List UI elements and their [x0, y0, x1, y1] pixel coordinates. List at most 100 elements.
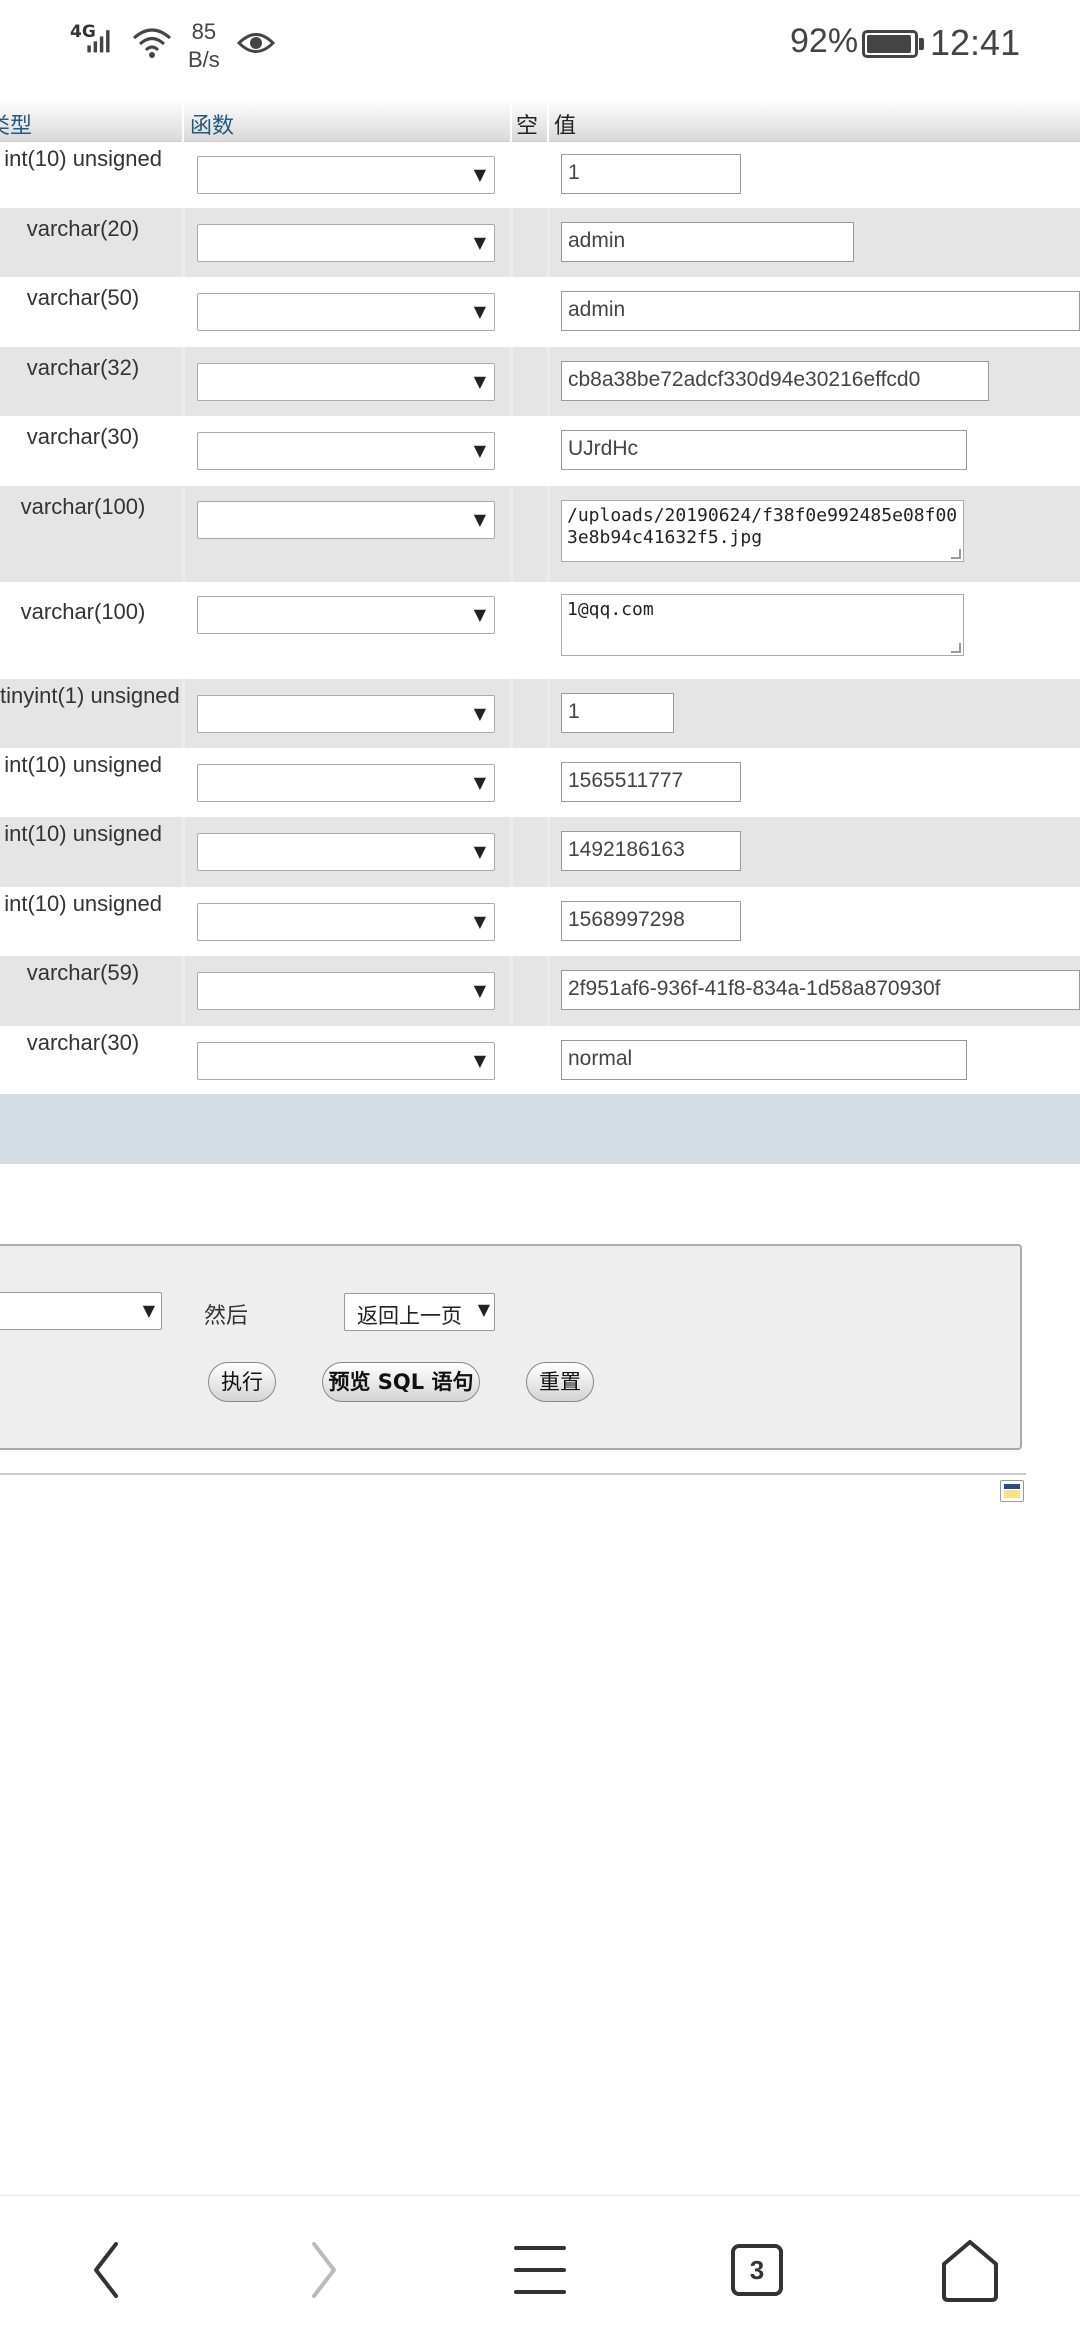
value-input[interactable]: cb8a38be72adcf330d94e30216effcd0	[561, 361, 989, 401]
table-row: varchar(100) ▼ 1@qq.com	[0, 582, 1080, 679]
wifi-icon	[133, 28, 171, 58]
value-input[interactable]: UJrdHc	[561, 430, 967, 470]
function-select[interactable]: ▼	[197, 224, 495, 262]
value-input[interactable]: 1	[561, 693, 674, 733]
table-row: varchar(100) ▼ /uploads/20190624/f38f0e9…	[0, 486, 1080, 582]
after-insert-select[interactable]: 返回上一页 ▼	[344, 1293, 495, 1331]
field-type: int(10) unsigned	[4, 821, 162, 846]
table-row: varchar(30) ▼ normal	[0, 1026, 1080, 1094]
status-bar: 4G 85 B/s 92% 12:41	[0, 0, 1080, 92]
chevron-down-icon: ▼	[473, 704, 486, 723]
battery-percent: 92%	[790, 22, 859, 60]
function-select[interactable]: ▼	[197, 293, 495, 331]
function-select[interactable]: ▼	[197, 156, 495, 194]
function-select[interactable]: ▼	[197, 596, 495, 634]
table-row: int(10) unsigned ▼ 1	[0, 142, 1080, 208]
table-row: tinyint(1) unsigned ▼ 1	[0, 679, 1080, 748]
value-input[interactable]: 1	[561, 154, 741, 194]
field-type: int(10) unsigned	[4, 752, 162, 777]
home-icon[interactable]	[930, 2230, 1010, 2310]
speed-value: 85	[191, 19, 217, 44]
field-type: varchar(32)	[26, 355, 140, 380]
chevron-down-icon: ▼	[473, 165, 486, 184]
table-row: int(10) unsigned ▼ 1568997298	[0, 887, 1080, 956]
value-textarea[interactable]: 1@qq.com	[561, 594, 964, 656]
clock: 12:41	[930, 22, 1021, 63]
table-row: varchar(20) ▼ admin	[0, 208, 1080, 277]
field-type: tinyint(1) unsigned	[0, 683, 180, 708]
speed-unit: B/s	[188, 47, 220, 72]
field-type: varchar(100)	[20, 494, 146, 519]
chevron-down-icon: ▼	[473, 981, 486, 1000]
value-input[interactable]: 1565511777	[561, 762, 741, 802]
value-input[interactable]: admin	[561, 291, 1080, 331]
action-select[interactable]: ▼	[0, 1292, 162, 1330]
table-row: int(10) unsigned ▼ 1492186163	[0, 817, 1080, 887]
chevron-down-icon: ▼	[477, 1300, 490, 1319]
execute-button[interactable]: 执行	[208, 1362, 276, 1402]
tab-count: 3	[731, 2244, 783, 2296]
chevron-down-icon: ▼	[473, 773, 486, 792]
chevron-down-icon: ▼	[473, 605, 486, 624]
header-null: 空	[516, 114, 539, 139]
header-value: 值	[554, 114, 577, 139]
chevron-down-icon: ▼	[473, 441, 486, 460]
chevron-down-icon: ▼	[473, 372, 486, 391]
chevron-down-icon: ▼	[473, 233, 486, 252]
divider	[0, 1473, 1026, 1475]
value-input[interactable]: admin	[561, 222, 854, 262]
battery-icon	[862, 30, 918, 58]
eye-icon	[236, 33, 276, 53]
function-select[interactable]: ▼	[197, 972, 495, 1010]
value-input[interactable]: normal	[561, 1040, 967, 1080]
tabs-button[interactable]: 3	[715, 2230, 795, 2310]
reset-button[interactable]: 重置	[526, 1362, 594, 1402]
field-type: varchar(30)	[26, 1030, 140, 1055]
action-fieldset	[0, 1244, 1022, 1450]
table-row: varchar(32) ▼ cb8a38be72adcf330d94e30216…	[0, 347, 1080, 416]
menu-icon[interactable]	[500, 2230, 580, 2310]
field-type: int(10) unsigned	[4, 891, 162, 916]
header-function[interactable]: 函数	[190, 108, 234, 140]
signal-icon	[87, 30, 110, 53]
header-type[interactable]: 类型	[0, 108, 32, 140]
table-row: varchar(59) ▼ 2f951af6-936f-41f8-834a-1d…	[0, 956, 1080, 1026]
function-select[interactable]: ▼	[197, 501, 495, 539]
value-input[interactable]: 1492186163	[561, 831, 741, 871]
value-input[interactable]: 1568997298	[561, 901, 741, 941]
table-header: 类型 函数 空 值	[0, 100, 1080, 142]
table-row: varchar(30) ▼ UJrdHc	[0, 416, 1080, 486]
chevron-down-icon: ▼	[473, 912, 486, 931]
field-type: varchar(20)	[26, 216, 140, 241]
preview-sql-button[interactable]: 预览 SQL 语句	[322, 1362, 480, 1402]
table-footer-bar	[0, 1094, 1080, 1164]
chevron-down-icon: ▼	[142, 1301, 155, 1320]
function-select[interactable]: ▼	[197, 903, 495, 941]
chevron-down-icon: ▼	[473, 510, 486, 529]
table-row: varchar(50) ▼ admin	[0, 277, 1080, 347]
function-select[interactable]: ▼	[197, 432, 495, 470]
function-select[interactable]: ▼	[197, 833, 495, 871]
field-type: int(10) unsigned	[4, 146, 162, 171]
function-select[interactable]: ▼	[197, 1042, 495, 1080]
chevron-down-icon: ▼	[473, 842, 486, 861]
chevron-down-icon: ▼	[473, 1051, 486, 1070]
window-icon[interactable]	[1000, 1480, 1024, 1502]
field-type: varchar(59)	[26, 960, 140, 985]
chevron-down-icon: ▼	[473, 302, 486, 321]
value-textarea[interactable]: /uploads/20190624/f38f0e992485e08f003e8b…	[561, 500, 964, 562]
field-type: varchar(50)	[26, 285, 140, 310]
value-input[interactable]: 2f951af6-936f-41f8-834a-1d58a870930f	[561, 970, 1080, 1010]
then-label: 然后	[204, 1304, 249, 1329]
field-type: varchar(100)	[20, 599, 146, 624]
function-select[interactable]: ▼	[197, 695, 495, 733]
forward-icon[interactable]	[282, 2230, 362, 2310]
function-select[interactable]: ▼	[197, 764, 495, 802]
battery-tip	[919, 38, 924, 50]
function-select[interactable]: ▼	[197, 363, 495, 401]
field-type: varchar(30)	[26, 424, 140, 449]
after-insert-value: 返回上一页	[357, 1304, 462, 1328]
table-row: int(10) unsigned ▼ 1565511777	[0, 748, 1080, 817]
network-speed: 85 B/s	[188, 18, 220, 74]
back-icon[interactable]	[68, 2230, 148, 2310]
